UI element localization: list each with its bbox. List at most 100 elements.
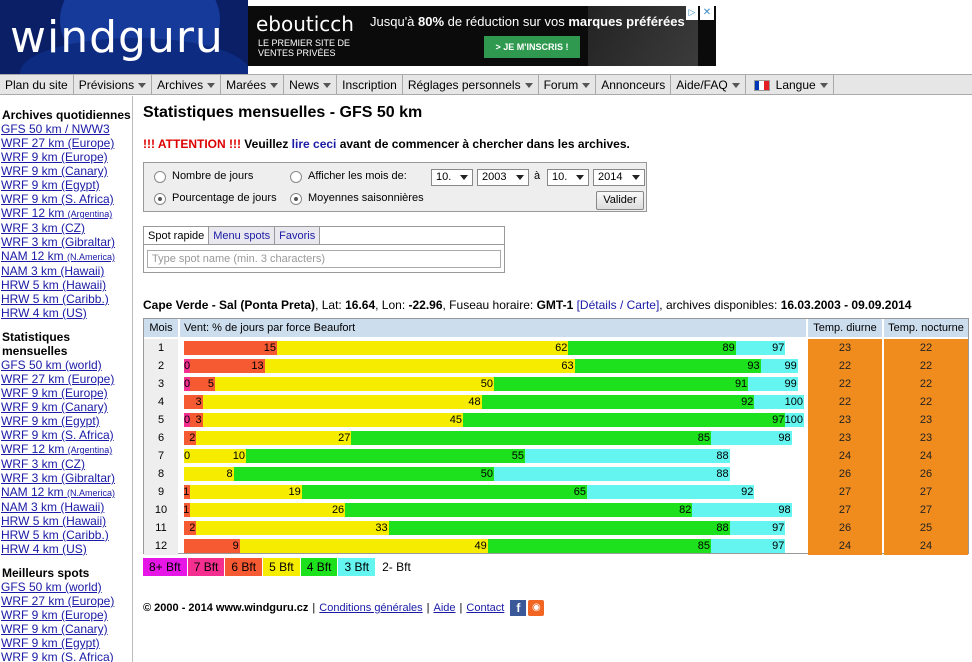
wind-label: 98 <box>778 432 791 444</box>
facebook-icon[interactable]: f <box>510 600 527 616</box>
header: windguru ebouticch LE PREMIER SITE DE VE… <box>0 0 972 74</box>
from-year-value: 2003 <box>482 171 507 183</box>
sidebar-link[interactable]: WRF 9 km (Canary) <box>0 164 132 178</box>
help-link[interactable]: Aide <box>434 602 456 614</box>
wind-label: 49 <box>474 540 487 552</box>
rss-icon[interactable]: ◉ <box>528 600 545 616</box>
sidebar-link[interactable]: WRF 9 km (Europe) <box>0 150 132 164</box>
from-year-select[interactable]: 2003 <box>477 169 529 186</box>
menu-item-7[interactable]: Forum <box>539 75 597 95</box>
sidebar-link[interactable]: HRW 4 km (US) <box>0 542 132 556</box>
sidebar-link[interactable]: WRF 9 km (S. Africa) <box>0 192 132 206</box>
sidebar-link[interactable]: WRF 9 km (Canary) <box>0 400 132 414</box>
menu-item-4[interactable]: News <box>284 75 338 95</box>
ad-info-icon[interactable]: ▷ <box>686 6 698 20</box>
seasonal-radio[interactable] <box>290 193 302 205</box>
sidebar-link[interactable]: WRF 27 km (Europe) <box>0 136 132 150</box>
sidebar-link[interactable]: NAM 3 km (Hawaii) <box>0 500 132 514</box>
sidebar-link[interactable]: WRF 9 km (Egypt) <box>0 636 132 650</box>
sidebar-link[interactable]: NAM 12 km (N.America) <box>0 249 132 264</box>
wind-label: 85 <box>697 432 710 444</box>
sidebar-link[interactable]: WRF 9 km (S. Africa) <box>0 650 132 662</box>
table-row: 3 0 5 50 91 99 22 22 <box>144 375 968 393</box>
sidebar-heading: Statistiques mensuelles <box>2 330 71 358</box>
sidebar-link[interactable]: WRF 9 km (Egypt) <box>0 414 132 428</box>
sidebar-link[interactable]: GFS 50 km (world) <box>0 580 132 594</box>
menu-item-1[interactable]: Prévisions <box>74 75 153 95</box>
sidebar-link[interactable]: WRF 27 km (Europe) <box>0 372 132 386</box>
windguru-logo[interactable]: windguru <box>0 0 248 74</box>
header-month: Mois <box>144 319 178 337</box>
spot-tab-1[interactable]: Menu spots <box>209 227 276 244</box>
sidebar-link-label: WRF 9 km (Egypt) <box>1 414 100 428</box>
days-radio[interactable] <box>154 171 166 183</box>
footer: © 2000 - 2014 www.windguru.cz | Conditio… <box>143 600 545 616</box>
menu-item-5[interactable]: Inscription <box>337 75 403 95</box>
month-cell: 7 <box>144 447 178 465</box>
sidebar-link[interactable]: GFS 50 km / NWW3 <box>0 122 132 136</box>
sidebar-link[interactable]: HRW 5 km (Caribb.) <box>0 528 132 542</box>
to-month-select[interactable]: 10. <box>547 169 589 186</box>
read-this-link[interactable]: lire ceci <box>292 137 337 151</box>
spot-tab-0[interactable]: Spot rapide <box>144 227 210 244</box>
sidebar-link[interactable]: WRF 9 km (Egypt) <box>0 178 132 192</box>
menu-item-label: Réglages personnels <box>407 78 521 92</box>
wind-label: 92 <box>741 486 754 498</box>
conditions-link[interactable]: Conditions générales <box>319 602 422 614</box>
to-year-select[interactable]: 2014 <box>593 169 645 186</box>
sidebar-link[interactable]: NAM 3 km (Hawaii) <box>0 264 132 278</box>
spot-search-input[interactable]: Type spot name (min. 3 characters) <box>147 250 501 268</box>
menu-item-3[interactable]: Marées <box>221 75 285 95</box>
sidebar-link[interactable]: HRW 5 km (Hawaii) <box>0 514 132 528</box>
contact-link[interactable]: Contact <box>466 602 504 614</box>
attention-label: !!! ATTENTION !!! <box>143 137 241 151</box>
sidebar-link[interactable]: WRF 9 km (Canary) <box>0 622 132 636</box>
menu-item-9[interactable]: Aide/FAQ <box>671 75 746 95</box>
sidebar-link[interactable]: HRW 4 km (US) <box>0 306 132 320</box>
wind-label: 62 <box>555 342 568 354</box>
sidebar-link-label: WRF 9 km (Canary) <box>1 400 108 414</box>
menu-item-10[interactable]: Langue <box>746 75 834 95</box>
sidebar-link[interactable]: WRF 9 km (Europe) <box>0 608 132 622</box>
sidebar-link[interactable]: GFS 50 km (world) <box>0 358 132 372</box>
months-radio[interactable] <box>290 171 302 183</box>
menu-item-0[interactable]: Plan du site <box>0 75 74 95</box>
menu-item-8[interactable]: Annonceurs <box>596 75 672 95</box>
wind-label: 99 <box>784 360 797 372</box>
submit-button[interactable]: Valider <box>596 191 644 210</box>
sidebar-link[interactable]: HRW 5 km (Hawaii) <box>0 278 132 292</box>
menu-item-2[interactable]: Archives <box>152 75 222 95</box>
ad-cta-button[interactable]: > JE M'INSCRIS ! <box>484 36 580 58</box>
night-temp-cell: 24 <box>884 447 968 465</box>
wind-label: 2 <box>189 522 196 534</box>
ad-banner[interactable]: ebouticch LE PREMIER SITE DE VENTES PRIV… <box>248 6 716 66</box>
sidebar-link[interactable]: WRF 12 km (Argentina) <box>0 442 132 457</box>
sidebar-link[interactable]: WRF 12 km (Argentina) <box>0 206 132 221</box>
sidebar-link[interactable]: WRF 3 km (Gibraltar) <box>0 471 132 485</box>
sidebar-link[interactable]: WRF 3 km (Gibraltar) <box>0 235 132 249</box>
header-wind: Vent: % de jours par force Beaufort <box>180 319 806 337</box>
from-month-select[interactable]: 10. <box>431 169 473 186</box>
night-temp-cell: 26 <box>884 465 968 483</box>
sidebar-link[interactable]: WRF 9 km (S. Africa) <box>0 428 132 442</box>
sidebar-link[interactable]: WRF 3 km (CZ) <box>0 221 132 235</box>
wind-segment-b4 <box>233 467 494 481</box>
percent-radio[interactable] <box>154 193 166 205</box>
wind-label: 3 <box>195 396 202 408</box>
sidebar-link[interactable]: HRW 5 km (Caribb.) <box>0 292 132 306</box>
menu-item-6[interactable]: Réglages personnels <box>403 75 539 95</box>
ad-slogan-pct: 80% <box>418 14 445 29</box>
ad-slogan: Jusqu'à 80% de réduction sur vos marques… <box>370 14 685 29</box>
lat-value: 16.64 <box>345 298 376 312</box>
sidebar-link[interactable]: WRF 9 km (Europe) <box>0 386 132 400</box>
percent-label: Pourcentage de jours <box>172 192 277 204</box>
ad-close-icon[interactable]: ✕ <box>700 6 714 20</box>
wind-segment-b5 <box>239 539 488 553</box>
sidebar-link[interactable]: WRF 27 km (Europe) <box>0 594 132 608</box>
table-row: 5 0 3 45 97 100 23 23 <box>144 411 968 429</box>
details-map-link[interactable]: [Détails / Carte] <box>577 298 660 312</box>
sidebar-link[interactable]: NAM 12 km (N.America) <box>0 485 132 500</box>
spot-tab-2[interactable]: Favoris <box>275 227 321 244</box>
sidebar-link-label: WRF 3 km (Gibraltar) <box>1 471 115 485</box>
sidebar-link[interactable]: WRF 3 km (CZ) <box>0 457 132 471</box>
